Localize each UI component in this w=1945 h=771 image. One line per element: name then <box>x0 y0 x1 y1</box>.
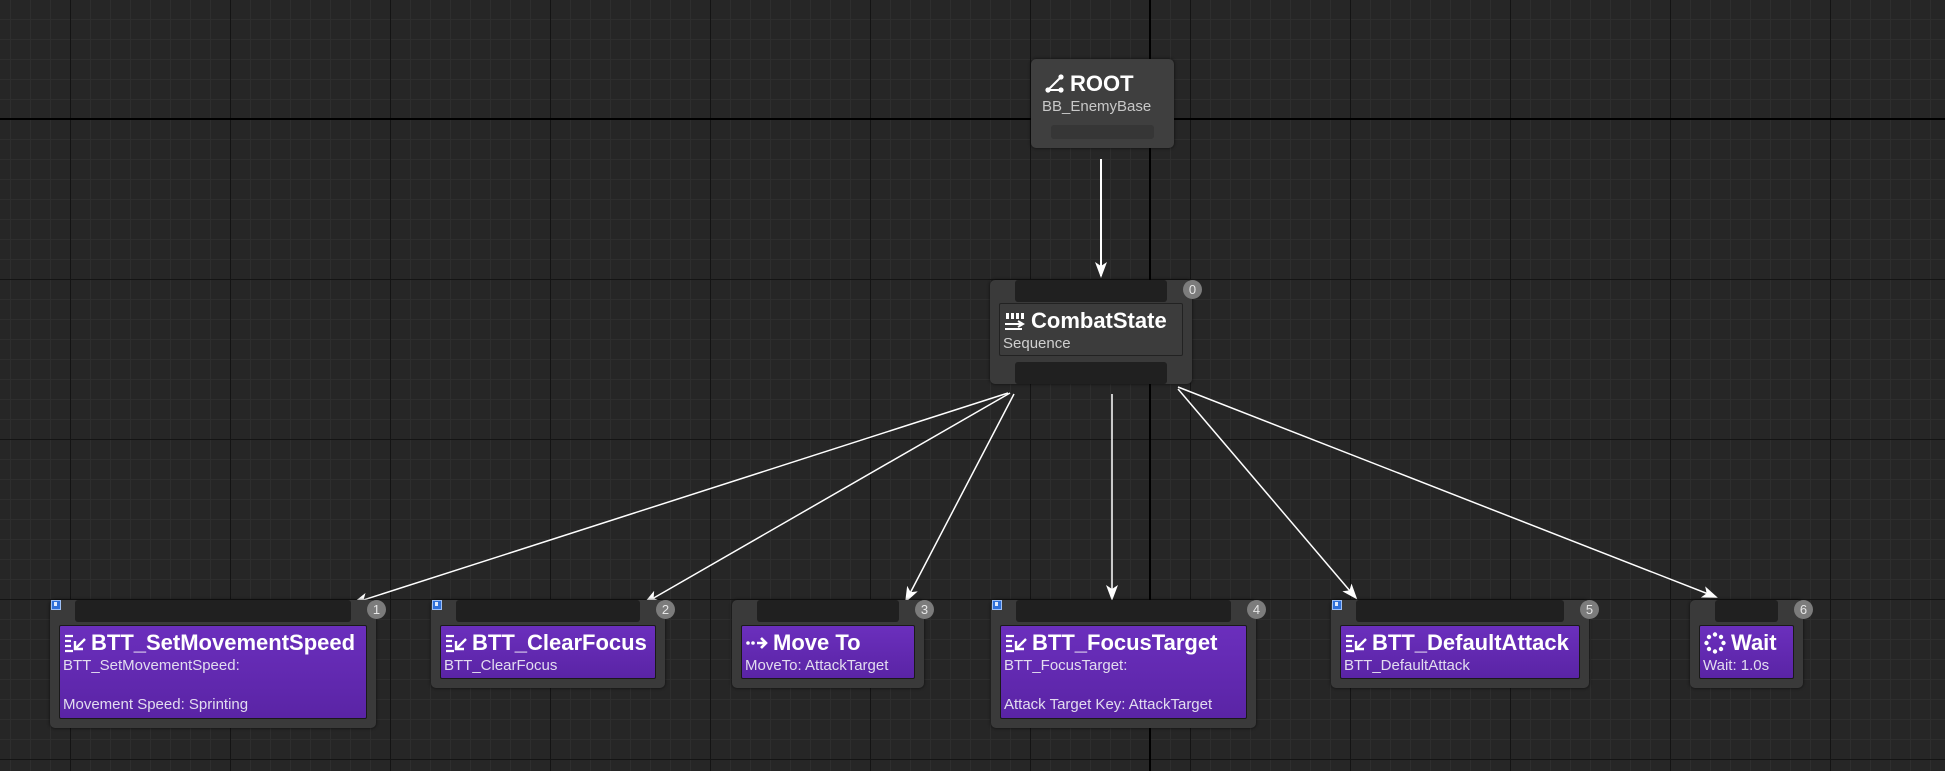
wire-to-task-1 <box>352 392 1009 605</box>
task-description: MoveTo: AttackTarget <box>745 657 889 674</box>
execution-order-badge: 5 <box>1580 600 1599 619</box>
node-title: ROOT <box>1070 71 1134 96</box>
move-to-icon <box>746 637 768 649</box>
node-title: BTT_FocusTarget <box>1032 630 1218 655</box>
node-title: Move To <box>773 630 861 655</box>
task-description: Wait: 1.0s <box>1703 657 1770 674</box>
task-input-pin[interactable] <box>456 600 640 622</box>
task-description: BTT_FocusTarget: <box>1004 657 1128 674</box>
combatstate-body: CombatState Sequence <box>999 303 1183 356</box>
task-description: BTT_SetMovementSpeed: <box>63 657 240 674</box>
task-icon <box>1006 634 1027 653</box>
task-node-btt-defaultattack[interactable]: BTT_DefaultAttack BTT_DefaultAttack 5 <box>1331 600 1599 688</box>
behavior-tree-graph[interactable]: ROOT BB_EnemyBase CombatState Sequence 0 <box>0 0 1945 771</box>
node-title: BTT_ClearFocus <box>472 630 647 655</box>
task-body: BTT_SetMovementSpeed BTT_SetMovementSpee… <box>59 625 367 719</box>
task-body: Move To MoveTo: AttackTarget <box>741 625 915 679</box>
task-node-move-to[interactable]: Move To MoveTo: AttackTarget 3 <box>732 600 934 688</box>
node-title: CombatState <box>1031 308 1167 333</box>
task-icon <box>65 634 86 653</box>
task-node-btt-setmovementspeed[interactable]: BTT_SetMovementSpeed BTT_SetMovementSpee… <box>50 600 386 728</box>
node-title: Wait <box>1731 630 1777 655</box>
task-body: BTT_FocusTarget BTT_FocusTarget: Attack … <box>1000 625 1247 719</box>
execution-order-badge: 0 <box>1183 280 1202 299</box>
wire-to-task-5 <box>1177 388 1358 600</box>
breakpoint-marker-icon[interactable] <box>992 600 1002 610</box>
task-icon <box>1346 634 1367 653</box>
task-icon <box>446 634 467 653</box>
task-input-pin[interactable] <box>757 600 899 622</box>
blackboard-label: BB_EnemyBase <box>1042 98 1152 115</box>
execution-order-badge: 1 <box>367 600 386 619</box>
node-title: BTT_SetMovementSpeed <box>91 630 356 655</box>
execution-order-badge: 4 <box>1247 600 1266 619</box>
root-output-pin[interactable] <box>1051 125 1154 139</box>
combatstate-output-pin[interactable] <box>1015 362 1167 384</box>
execution-order-badge: 3 <box>915 600 934 619</box>
breakpoint-marker-icon[interactable] <box>51 600 61 610</box>
task-body: BTT_ClearFocus BTT_ClearFocus <box>440 625 656 679</box>
task-input-pin[interactable] <box>75 600 351 622</box>
node-title: BTT_DefaultAttack <box>1372 630 1569 655</box>
wait-icon <box>1704 632 1726 654</box>
task-node-btt-focustarget[interactable]: BTT_FocusTarget BTT_FocusTarget: Attack … <box>991 600 1266 728</box>
task-description: BTT_ClearFocus <box>444 657 558 674</box>
task-property: Attack Target Key: AttackTarget <box>1004 696 1213 713</box>
task-body: BTT_DefaultAttack BTT_DefaultAttack <box>1340 625 1580 679</box>
composite-type-label: Sequence <box>1003 335 1071 352</box>
task-node-wait[interactable]: Wait Wait: 1.0s 6 <box>1690 600 1813 688</box>
execution-order-badge: 2 <box>656 600 675 619</box>
wire-to-task-6 <box>1177 386 1718 598</box>
task-input-pin[interactable] <box>1715 600 1778 622</box>
root-node-body: ROOT BB_EnemyBase <box>1039 67 1167 127</box>
task-input-pin[interactable] <box>1356 600 1564 622</box>
combatstate-sequence-node[interactable]: CombatState Sequence 0 <box>990 280 1202 384</box>
combatstate-input-pin[interactable] <box>1015 280 1167 302</box>
task-property: Movement Speed: Sprinting <box>63 696 249 713</box>
sequence-icon <box>1005 313 1025 330</box>
task-body: Wait Wait: 1.0s <box>1699 625 1794 679</box>
breakpoint-marker-icon[interactable] <box>432 600 442 610</box>
root-node[interactable]: ROOT BB_EnemyBase <box>1031 59 1174 148</box>
breakpoint-marker-icon[interactable] <box>1332 600 1342 610</box>
task-description: BTT_DefaultAttack <box>1344 657 1470 674</box>
task-node-btt-clearfocus[interactable]: BTT_ClearFocus BTT_ClearFocus 2 <box>431 600 675 688</box>
wire-to-task-3 <box>905 393 1015 603</box>
root-icon <box>1045 74 1064 93</box>
task-input-pin[interactable] <box>1016 600 1231 622</box>
wire-to-task-2 <box>643 392 1011 604</box>
execution-order-badge: 6 <box>1794 600 1813 619</box>
